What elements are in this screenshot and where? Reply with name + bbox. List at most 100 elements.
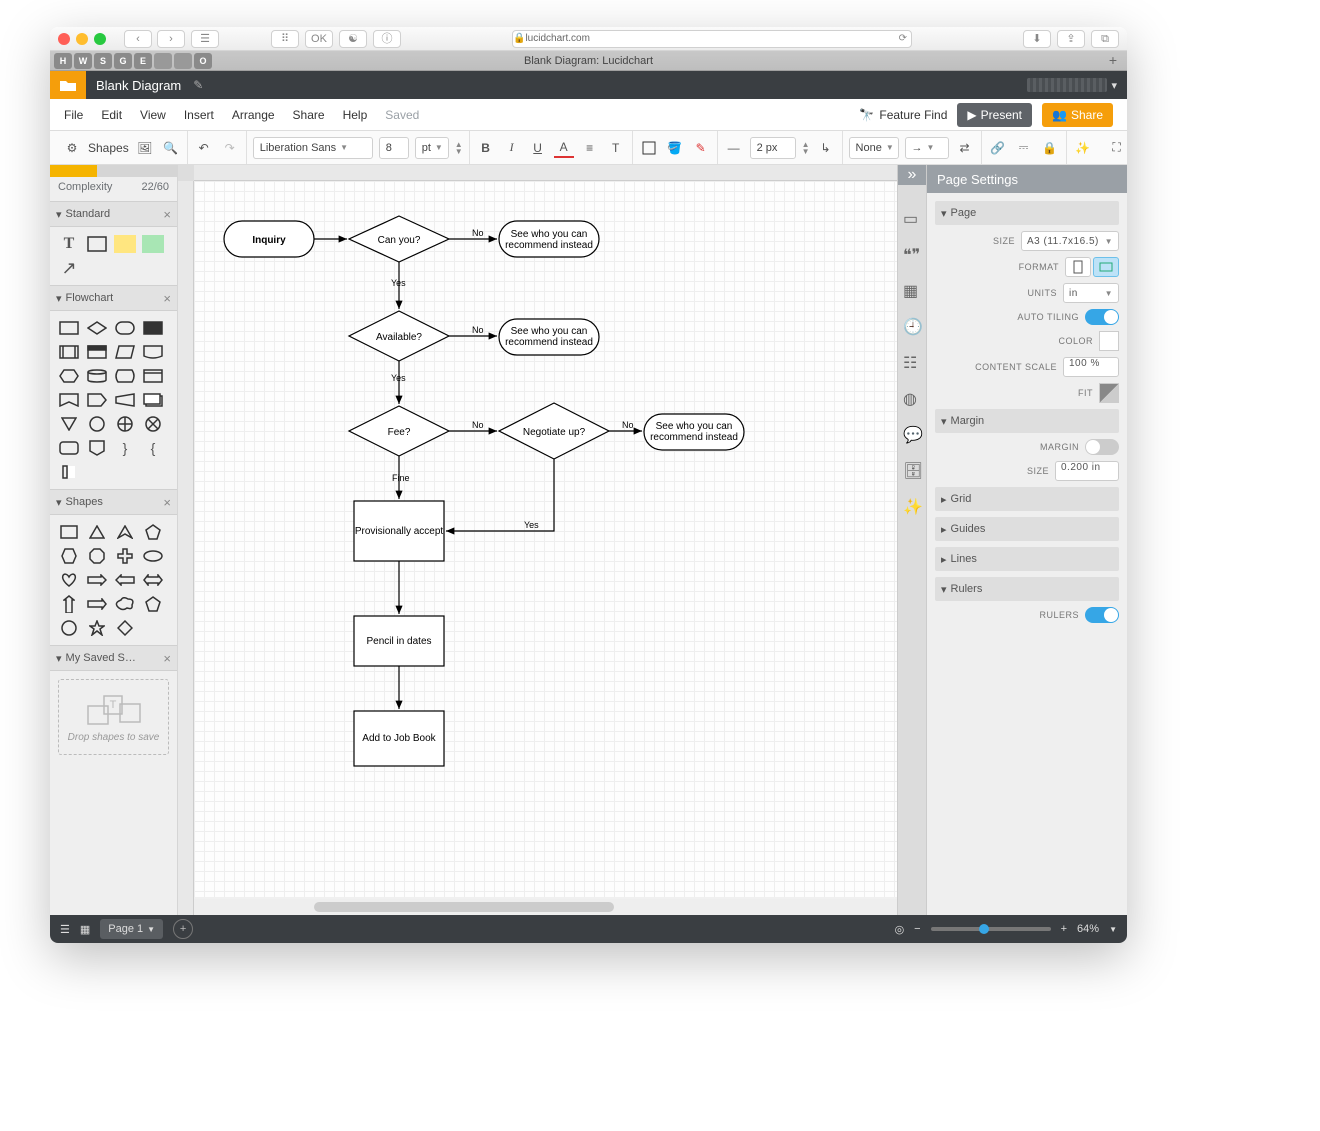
zoom-slider[interactable] xyxy=(931,927,1051,931)
window-zoom-traffic-light[interactable] xyxy=(94,33,106,45)
menu-file[interactable]: File xyxy=(64,108,83,122)
generic-shape[interactable] xyxy=(86,619,108,637)
menu-arrange[interactable]: Arrange xyxy=(232,108,275,122)
edit-name-icon[interactable]: ✎ xyxy=(193,78,203,92)
data-icon[interactable]: 🗄 xyxy=(903,461,921,479)
documents-home-button[interactable] xyxy=(50,71,86,99)
text-options-button[interactable]: T xyxy=(606,138,626,158)
page-size-select[interactable]: A3 (11.7x16.5)▼ xyxy=(1021,231,1119,251)
horizontal-scrollbar[interactable] xyxy=(194,899,897,915)
generic-shape[interactable] xyxy=(86,571,108,589)
generic-shape[interactable] xyxy=(142,571,164,589)
image-icon[interactable]: 🖼 xyxy=(135,138,155,158)
section-flowchart-header[interactable]: ▾ Flowchart × xyxy=(50,285,177,311)
generic-shape[interactable] xyxy=(86,523,108,541)
font-family-select[interactable]: Liberation Sans▼ xyxy=(253,137,373,159)
generic-shape[interactable] xyxy=(86,595,108,613)
history-icon[interactable]: 🕘 xyxy=(903,317,921,335)
bookmark-item[interactable]: G xyxy=(114,53,132,69)
flowchart-shape[interactable] xyxy=(142,415,164,433)
section-shapes-header[interactable]: ▾ Shapes × xyxy=(50,489,177,515)
section-margin-header[interactable]: ▾Margin xyxy=(935,409,1119,433)
generic-shape[interactable] xyxy=(58,595,80,613)
reload-icon[interactable]: ⟳ xyxy=(899,33,907,44)
line-start-select[interactable]: None▼ xyxy=(849,137,899,159)
rulers-toggle[interactable] xyxy=(1085,607,1119,623)
generic-shape[interactable] xyxy=(114,619,136,637)
fit-button[interactable] xyxy=(1099,383,1119,403)
generic-shape[interactable] xyxy=(58,523,80,541)
address-bar[interactable]: 🔒 lucidchart.com ⟳ xyxy=(512,30,912,48)
collapse-right-panel-button[interactable]: » xyxy=(898,165,926,185)
close-icon[interactable]: × xyxy=(163,291,171,306)
search-icon[interactable]: 🔍 xyxy=(161,138,181,158)
window-close-traffic-light[interactable] xyxy=(58,33,70,45)
page-color-swatch[interactable] xyxy=(1099,331,1119,351)
flowchart-shape[interactable] xyxy=(114,343,136,361)
toolbar-ext-3[interactable]: ☯ xyxy=(339,30,367,48)
comment-icon[interactable]: 💬 xyxy=(903,425,921,443)
list-view-icon[interactable]: ☰ xyxy=(60,923,70,936)
menu-insert[interactable]: Insert xyxy=(184,108,214,122)
flowchart-shape[interactable] xyxy=(114,415,136,433)
page-selector[interactable]: Page 1▼ xyxy=(100,919,163,939)
section-grid-header[interactable]: ▸Grid xyxy=(935,487,1119,511)
orientation-landscape[interactable] xyxy=(1093,257,1119,277)
flowchart-shape[interactable] xyxy=(58,415,80,433)
flowchart-shape[interactable] xyxy=(86,367,108,385)
bookmark-item[interactable]: W xyxy=(74,53,92,69)
tabs-button[interactable]: ⧉ xyxy=(1091,30,1119,48)
flowchart-shape[interactable] xyxy=(86,319,108,337)
text-tool[interactable]: T xyxy=(58,235,80,253)
text-color-button[interactable]: A xyxy=(554,138,574,158)
auto-tiling-toggle[interactable] xyxy=(1085,309,1119,325)
saved-shapes-dropzone[interactable]: T Drop shapes to save xyxy=(58,679,169,755)
line-end-select[interactable]: →▼ xyxy=(905,137,949,159)
nav-forward-button[interactable]: › xyxy=(157,30,185,48)
magic-icon[interactable]: ✨ xyxy=(903,497,921,515)
presentation-icon[interactable]: ▦ xyxy=(903,281,921,299)
generic-shape[interactable] xyxy=(58,619,80,637)
present-button[interactable]: ▶ Present xyxy=(957,103,1032,127)
line-color-button[interactable]: ✎ xyxy=(691,138,711,158)
grid-view-icon[interactable]: ▦ xyxy=(80,923,90,936)
quote-icon[interactable]: ❝❞ xyxy=(903,245,921,263)
swap-arrows-button[interactable]: ⇄ xyxy=(955,138,975,158)
margin-toggle[interactable] xyxy=(1085,439,1119,455)
bookmark-item[interactable] xyxy=(174,53,192,69)
margin-size-input[interactable]: 0.200 in xyxy=(1055,461,1119,481)
orientation-portrait[interactable] xyxy=(1065,257,1091,277)
fullscreen-button[interactable]: ⛶ xyxy=(1107,138,1127,158)
wand-icon[interactable]: ✨ xyxy=(1073,138,1093,158)
flowchart-shape[interactable] xyxy=(142,319,164,337)
zoom-out-button[interactable]: − xyxy=(914,923,920,935)
bucket-icon[interactable]: 🪣 xyxy=(665,138,685,158)
generic-shape[interactable] xyxy=(114,595,136,613)
flowchart-shape[interactable] xyxy=(86,439,108,457)
generic-shape[interactable] xyxy=(58,547,80,565)
user-menu[interactable]: ▾ xyxy=(1017,78,1127,92)
connector-style-button[interactable]: ↳ xyxy=(816,138,836,158)
layers-icon[interactable]: ☷ xyxy=(903,353,921,371)
add-page-button[interactable]: + xyxy=(173,919,193,939)
flowchart-shape[interactable]: { xyxy=(142,439,164,457)
menu-view[interactable]: View xyxy=(140,108,166,122)
flowchart-shape[interactable] xyxy=(114,367,136,385)
underline-button[interactable]: U xyxy=(528,138,548,158)
menu-help[interactable]: Help xyxy=(343,108,368,122)
flowchart[interactable]: Inquiry Can you? See who you can recomme… xyxy=(194,181,894,901)
section-saved-header[interactable]: ▾ My Saved S… × xyxy=(50,645,177,671)
section-lines-header[interactable]: ▸Lines xyxy=(935,547,1119,571)
line-style-button[interactable]: — xyxy=(724,138,744,158)
close-icon[interactable]: × xyxy=(163,207,171,222)
bookmark-item[interactable] xyxy=(154,53,172,69)
bookmark-item[interactable]: S xyxy=(94,53,112,69)
sidebar-toggle-button[interactable]: ☰ xyxy=(191,30,219,48)
content-scale-input[interactable]: 100 % xyxy=(1063,357,1119,377)
stroke-width-stepper[interactable]: ▲▼ xyxy=(802,141,810,155)
flowchart-shape[interactable] xyxy=(58,319,80,337)
window-minimize-traffic-light[interactable] xyxy=(76,33,88,45)
download-button[interactable]: ⬇ xyxy=(1023,30,1051,48)
target-icon[interactable]: ◎ xyxy=(895,923,905,936)
canvas[interactable]: Inquiry Can you? See who you can recomme… xyxy=(178,165,897,915)
